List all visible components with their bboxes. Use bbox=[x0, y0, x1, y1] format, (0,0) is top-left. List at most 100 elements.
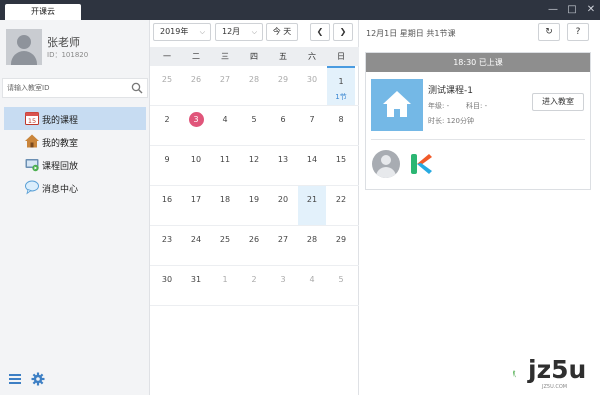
refresh-button[interactable]: ↻ bbox=[538, 23, 560, 41]
calendar-day[interactable]: 25 bbox=[211, 226, 239, 265]
prev-month-button[interactable]: ❮ bbox=[310, 23, 330, 41]
day-number: 5 bbox=[338, 275, 344, 284]
menu-item-my-classroom[interactable]: 我的教室 bbox=[4, 130, 146, 153]
calendar-day[interactable]: 3 bbox=[269, 266, 297, 305]
calendar-day[interactable]: 25 bbox=[153, 66, 181, 105]
svg-text:15: 15 bbox=[28, 117, 36, 125]
classroom-search bbox=[2, 78, 148, 98]
calendar-icon: 15 bbox=[25, 112, 39, 125]
calendar-day[interactable]: 26 bbox=[182, 66, 210, 105]
calendar-day[interactable]: 4 bbox=[298, 266, 326, 305]
calendar-day[interactable]: 5 bbox=[327, 266, 355, 305]
calendar-day[interactable]: 30 bbox=[298, 66, 326, 105]
calendar-day[interactable]: 19 bbox=[240, 186, 268, 225]
user-avatar[interactable] bbox=[6, 29, 42, 65]
day-number: 7 bbox=[309, 115, 315, 124]
course-title: 测试课程-1 bbox=[428, 86, 473, 96]
calendar-day[interactable]: 7 bbox=[298, 106, 326, 145]
calendar-day[interactable]: 6 bbox=[269, 106, 297, 145]
calendar-day[interactable]: 26 bbox=[240, 226, 268, 265]
gear-icon[interactable] bbox=[31, 372, 45, 386]
selected-date-summary: 12月1日 星期日 共1节课 bbox=[366, 29, 456, 38]
calendar-day[interactable]: 17 bbox=[182, 186, 210, 225]
day-number: 24 bbox=[190, 235, 202, 244]
calendar-day[interactable]: 24 bbox=[182, 226, 210, 265]
maximize-icon[interactable]: □ bbox=[563, 2, 581, 18]
day-number: 18 bbox=[219, 195, 231, 204]
course-card: 18:30 已上课 测试课程-1 年级: - 科目: - 时长: 120分钟 进… bbox=[365, 52, 591, 190]
menu-item-course-replay[interactable]: 课程回放 bbox=[4, 153, 146, 176]
calendar-day[interactable]: 16 bbox=[153, 186, 181, 225]
menu-item-my-courses[interactable]: 15 我的课程 bbox=[4, 107, 146, 130]
calendar-day[interactable]: 31 bbox=[182, 266, 210, 305]
calendar-day[interactable]: 27 bbox=[269, 226, 297, 265]
day-number: 4 bbox=[222, 115, 228, 124]
calendar-day[interactable]: 1 1节 bbox=[327, 66, 355, 105]
calendar-day[interactable]: 1 bbox=[211, 266, 239, 305]
day-number: 25 bbox=[161, 75, 173, 84]
calendar-day[interactable]: 2 bbox=[240, 266, 268, 305]
enter-classroom-button[interactable]: 进入教室 bbox=[532, 93, 584, 111]
year-select[interactable]: 2019年 ⌵ bbox=[153, 23, 211, 41]
calendar-day[interactable]: 29 bbox=[269, 66, 297, 105]
calendar-day[interactable]: 3 bbox=[182, 106, 210, 145]
calendar-day[interactable]: 5 bbox=[240, 106, 268, 145]
close-icon[interactable]: ✕ bbox=[582, 2, 600, 18]
calendar-day[interactable]: 29 bbox=[327, 226, 355, 265]
calendar-day[interactable]: 23 bbox=[153, 226, 181, 265]
calendar-day[interactable]: 30 bbox=[153, 266, 181, 305]
course-duration: 时长: 120分钟 bbox=[428, 117, 474, 125]
chevron-down-icon: ⌵ bbox=[199, 28, 205, 36]
calendar-day[interactable]: 8 bbox=[327, 106, 355, 145]
weekday-label: 三 bbox=[221, 52, 229, 61]
course-subject: 科目: - bbox=[466, 102, 488, 110]
course-detail-panel: 12月1日 星期日 共1节课 ↻ ? 18:30 已上课 测试课程-1 年级: … bbox=[360, 20, 600, 395]
calendar-day[interactable]: 14 bbox=[298, 146, 326, 185]
calendar-day[interactable]: 10 bbox=[182, 146, 210, 185]
menu-icon[interactable] bbox=[8, 372, 22, 386]
day-number: 30 bbox=[306, 75, 318, 84]
day-number: 10 bbox=[190, 155, 202, 164]
row-divider bbox=[150, 305, 359, 306]
day-number: 23 bbox=[161, 235, 173, 244]
day-number: 22 bbox=[335, 195, 347, 204]
course-grade: 年级: - bbox=[428, 102, 450, 110]
today-button[interactable]: 今 天 bbox=[266, 23, 298, 41]
chevron-down-icon: ⌵ bbox=[251, 28, 257, 36]
refresh-icon: ↻ bbox=[545, 27, 553, 37]
weekday-label: 五 bbox=[279, 52, 287, 61]
day-number: 17 bbox=[190, 195, 202, 204]
calendar-day[interactable]: 22 bbox=[327, 186, 355, 225]
k-logo-icon bbox=[411, 154, 432, 174]
next-month-button[interactable]: ❯ bbox=[333, 23, 353, 41]
day-number: 8 bbox=[338, 115, 344, 124]
day-number: 26 bbox=[190, 75, 202, 84]
sidebar: 张老师 ID：101820 15 我的课程 我的教室 课程回放 bbox=[0, 20, 150, 395]
calendar-day[interactable]: 28 bbox=[298, 226, 326, 265]
divider bbox=[371, 139, 585, 140]
minimize-icon[interactable]: — bbox=[544, 2, 562, 18]
replay-icon bbox=[25, 159, 39, 172]
calendar-day[interactable]: 21 bbox=[298, 186, 326, 225]
calendar-day[interactable]: 12 bbox=[240, 146, 268, 185]
calendar-day[interactable]: 28 bbox=[240, 66, 268, 105]
day-number: 13 bbox=[277, 155, 289, 164]
calendar-day[interactable]: 13 bbox=[269, 146, 297, 185]
calendar-day[interactable]: 4 bbox=[211, 106, 239, 145]
day-number: 19 bbox=[248, 195, 260, 204]
calendar-day[interactable]: 18 bbox=[211, 186, 239, 225]
menu-item-message-center[interactable]: 消息中心 bbox=[4, 176, 146, 199]
classroom-id-input[interactable] bbox=[3, 79, 127, 97]
month-select[interactable]: 12月 ⌵ bbox=[215, 23, 263, 41]
calendar-day[interactable]: 15 bbox=[327, 146, 355, 185]
app-tab[interactable]: 开课云 bbox=[5, 4, 81, 20]
calendar-day[interactable]: 27 bbox=[211, 66, 239, 105]
calendar-day[interactable]: 11 bbox=[211, 146, 239, 185]
search-icon[interactable] bbox=[131, 82, 143, 94]
house-icon bbox=[25, 134, 39, 148]
calendar-day[interactable]: 2 bbox=[153, 106, 181, 145]
help-button[interactable]: ? bbox=[567, 23, 589, 41]
calendar-day[interactable]: 20 bbox=[269, 186, 297, 225]
course-thumbnail bbox=[371, 79, 423, 131]
calendar-day[interactable]: 9 bbox=[153, 146, 181, 185]
